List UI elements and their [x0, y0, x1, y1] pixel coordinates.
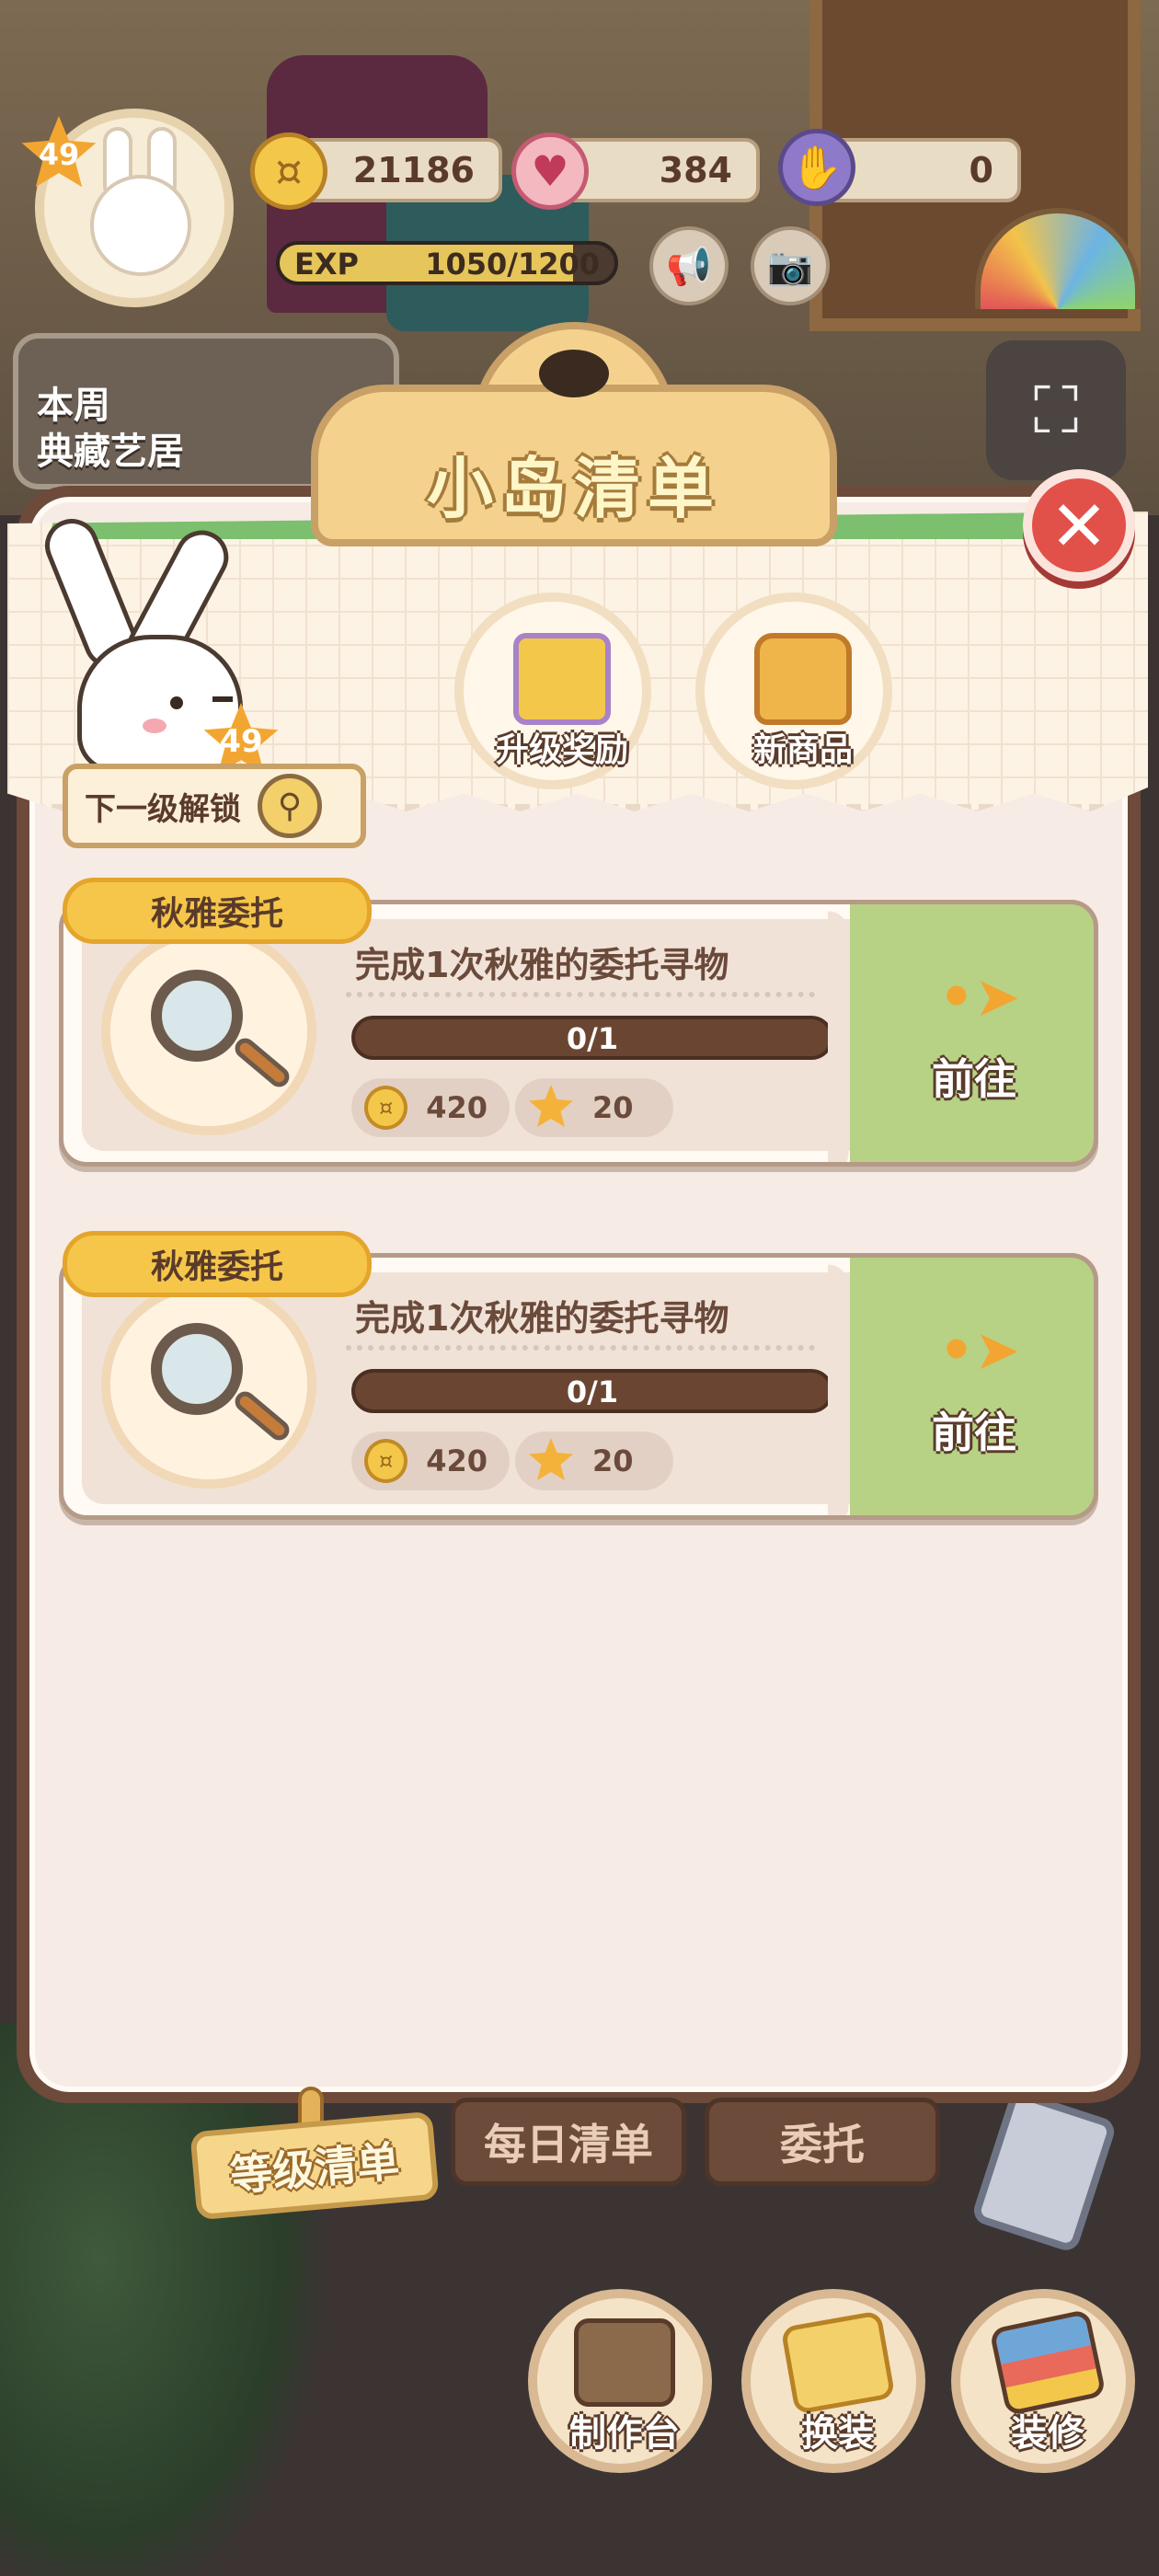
close-button[interactable]: ✕	[1023, 469, 1135, 581]
reward-coins: ¤ 420	[351, 1432, 510, 1490]
coin-icon: ¤	[250, 132, 327, 210]
player-level-text: 49	[38, 137, 80, 172]
preview-label: 新商品	[752, 731, 853, 769]
panel-title: 小岛清单	[426, 450, 721, 527]
coin-icon: ¤	[364, 1086, 408, 1130]
gift-box-icon	[513, 633, 611, 725]
megaphone-icon[interactable]: 📢	[649, 226, 729, 305]
weekly-banner-text: 本周 典藏艺居	[37, 383, 184, 475]
workbench-label: 制作台	[569, 2412, 680, 2455]
wave-edge	[828, 904, 874, 1162]
star-icon	[529, 1438, 573, 1480]
arrow-right-icon: •➤	[938, 965, 1021, 1029]
weekly-banner-line1: 本周	[37, 385, 110, 427]
reward-coins-value: 420	[426, 1443, 488, 1478]
preview-new-goods[interactable]: 新商品	[695, 592, 892, 789]
sign-hole	[539, 350, 609, 397]
task-card: 秋雅委托 完成1次秋雅的委托寻物 0/1 ¤ 420 20 •➤ 前往	[59, 1231, 1098, 1525]
close-icon: ✕	[1050, 484, 1108, 567]
bag-icon	[754, 633, 852, 725]
task-progress-text: 0/1	[566, 1021, 619, 1056]
workbench-button[interactable]: 制作台	[528, 2289, 712, 2473]
handle	[231, 1034, 293, 1091]
exp-bar: EXP 1050/1200	[276, 241, 618, 285]
task-tag: 秋雅委托	[63, 878, 372, 944]
renovate-icon	[989, 2308, 1107, 2417]
fullscreen-frame-icon[interactable]: ⛶	[986, 340, 1126, 480]
avatar-bunny-head	[90, 175, 191, 276]
reward-stars: 20	[515, 1432, 673, 1490]
outfit-icon	[780, 2310, 896, 2415]
star-icon	[529, 1085, 573, 1127]
tab-daily-list[interactable]: 每日清单	[451, 2098, 686, 2186]
outfit-button[interactable]: 换装	[741, 2289, 925, 2473]
task-divider	[346, 992, 815, 997]
reward-stars-value: 20	[592, 1443, 634, 1478]
task-progress-text: 0/1	[566, 1374, 619, 1409]
task-title: 完成1次秋雅的委托寻物	[355, 1298, 729, 1339]
task-progress-bar: 0/1	[351, 1369, 833, 1413]
bunny-mascot	[37, 511, 261, 773]
task-tag: 秋雅委托	[63, 1231, 372, 1297]
workbench-icon	[574, 2318, 675, 2407]
arrow-right-icon: •➤	[938, 1318, 1021, 1383]
next-unlock-label: 下一级解锁	[85, 790, 241, 828]
reward-coins: ¤ 420	[351, 1078, 510, 1137]
glove-icon: ✋	[778, 129, 855, 206]
next-unlock-box[interactable]: 下一级解锁 ⚲	[63, 764, 366, 848]
tab-label: 委托	[780, 2120, 865, 2169]
plant-decoration	[0, 2024, 331, 2576]
coins-value: 21186	[352, 150, 475, 190]
tab-label: 每日清单	[484, 2120, 653, 2169]
task-title: 完成1次秋雅的委托寻物	[355, 945, 729, 985]
energy-value: 0	[969, 150, 993, 190]
lens	[151, 1323, 243, 1415]
go-button[interactable]: •➤ 前往	[828, 900, 1098, 1167]
reward-stars-value: 20	[592, 1090, 634, 1125]
go-button-label: 前往	[932, 1054, 1016, 1104]
handle	[231, 1387, 293, 1444]
magnifier-icon[interactable]: ⚲	[258, 774, 322, 838]
renovate-label: 装修	[1011, 2412, 1084, 2455]
bunny-wink	[212, 696, 233, 702]
weekly-banner-line2: 典藏艺居	[37, 431, 184, 473]
hearts-value: 384	[659, 150, 732, 190]
exp-label: EXP	[294, 247, 359, 282]
outfit-label: 换装	[801, 2412, 875, 2455]
go-button-label: 前往	[932, 1408, 1016, 1457]
exp-value: 1050/1200	[425, 247, 600, 282]
camera-icon[interactable]: 📷	[751, 226, 830, 305]
tab-commission[interactable]: 委托	[705, 2098, 940, 2186]
reward-coins-value: 420	[426, 1090, 488, 1125]
bunny-cheek	[143, 719, 166, 733]
lens	[151, 970, 243, 1062]
tab-label: 等级清单	[228, 2136, 402, 2201]
go-button[interactable]: •➤ 前往	[828, 1253, 1098, 1520]
task-progress-bar: 0/1	[351, 1016, 833, 1060]
task-magnifier-icon	[101, 927, 316, 1135]
bunny-level-text: 49	[219, 723, 263, 760]
bunny-body	[77, 635, 243, 773]
preview-upgrade-reward[interactable]: 升级奖励	[454, 592, 651, 789]
coin-icon: ¤	[364, 1439, 408, 1483]
wave-edge	[828, 1258, 874, 1515]
task-magnifier-icon	[101, 1281, 316, 1489]
task-card: 秋雅委托 完成1次秋雅的委托寻物 0/1 ¤ 420 20 •➤ 前往	[59, 878, 1098, 1172]
preview-label: 升级奖励	[495, 731, 628, 769]
broken-heart-icon: ♥	[511, 132, 589, 210]
renovate-button[interactable]: 装修	[951, 2289, 1135, 2473]
reward-stars: 20	[515, 1078, 673, 1137]
panel-title-sign: 小岛清单	[311, 322, 837, 546]
bunny-eye	[170, 696, 183, 709]
task-divider	[346, 1345, 815, 1351]
